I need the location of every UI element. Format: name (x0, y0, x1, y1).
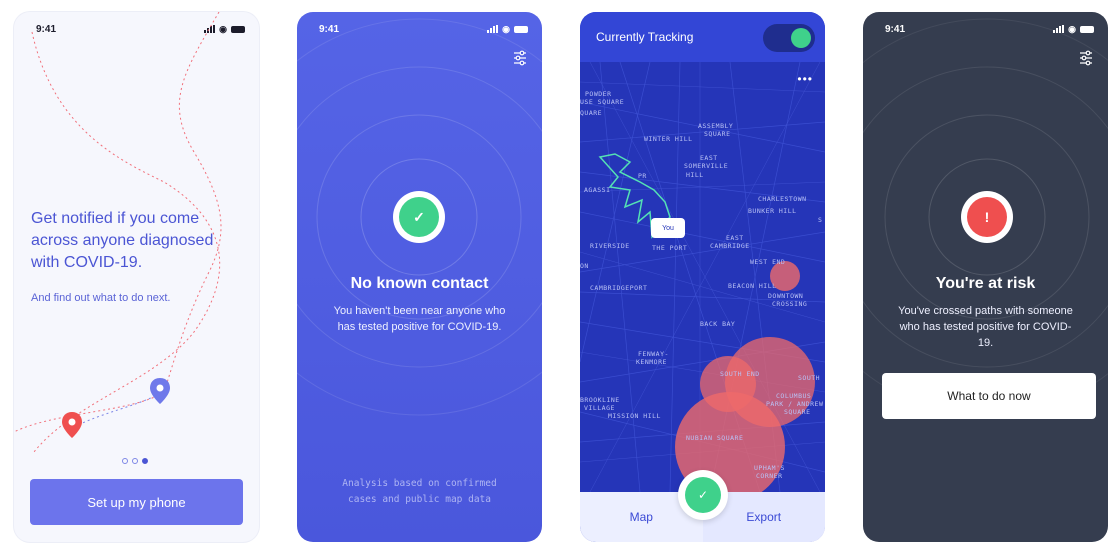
map-label: SOUTH END (720, 370, 760, 378)
map-label: CHARLESTOWN (758, 195, 807, 203)
map-label: BACK BAY (700, 320, 736, 328)
map-label: DOWNTOWN (768, 292, 804, 300)
page-indicator[interactable] (122, 458, 148, 464)
what-to-do-button[interactable]: What to do now (882, 373, 1096, 419)
map-label: CORNER (756, 472, 783, 480)
footnote-line: Analysis based on confirmed (342, 478, 497, 489)
page-dot[interactable] (122, 458, 128, 464)
onboarding-subline: And find out what to do next. (31, 292, 171, 304)
map-label: PR (638, 172, 647, 180)
status-badge: ✓ (393, 191, 445, 243)
battery-icon (514, 25, 528, 33)
map-label: CROSSING (772, 300, 808, 308)
status-time: 9:41 (319, 23, 340, 35)
settings-sliders-icon[interactable] (512, 50, 528, 66)
map-label: SQUARE (784, 408, 811, 416)
map-label: SOUTH (798, 374, 821, 382)
map-label: ON (580, 262, 589, 270)
wifi-icon: ◉ (502, 24, 510, 34)
no-contact-title: No known contact (350, 275, 489, 292)
status-time: 9:41 (885, 23, 906, 35)
you-marker[interactable]: You (651, 218, 685, 238)
map-label: SOMERVILLE (684, 162, 729, 170)
no-contact-body: You haven't been near anyone who has tes… (333, 305, 506, 333)
map-label: POWDER (585, 90, 612, 98)
tracking-title: Currently Tracking (596, 30, 694, 44)
status-badge: ! (961, 191, 1013, 243)
map-label: QUARE (580, 109, 603, 117)
at-risk-body: You've crossed paths with someone who ha… (898, 305, 1073, 349)
map-label: RIVERSIDE (590, 242, 630, 250)
map-label: S (818, 216, 823, 224)
screens-showcase: 9:41 ◉ Get notified if you come across a… (0, 0, 1108, 547)
map-label: NUBIAN SQUARE (686, 434, 744, 442)
status-bar: 9:41 ◉ (319, 22, 528, 36)
map-label: MISSION HILL (608, 412, 661, 420)
location-pin-red-icon (62, 412, 82, 438)
map-label: COLUMBUS (776, 392, 812, 400)
map-label: HILL (686, 171, 704, 179)
map-label: USE SQUARE (580, 98, 625, 106)
analysis-footnote: Analysis based on confirmed cases and pu… (317, 476, 522, 508)
map-label: THE PORT (652, 244, 688, 252)
map-label: SQUARE (704, 130, 731, 138)
map-label: WINTER HILL (644, 135, 693, 143)
battery-icon (1080, 25, 1094, 33)
onboarding-headline: Get notified if you come across anyone d… (31, 210, 214, 271)
tracking-map-screen: Currently Tracking POWDER USE SQUARE QUA… (580, 12, 825, 542)
settings-sliders-icon[interactable] (1078, 50, 1094, 66)
map-label: CAMBRIDGEPORT (590, 284, 648, 292)
more-options-icon[interactable]: ••• (797, 72, 813, 86)
no-contact-screen: 9:41 ◉ ✓ No known contact You haven't be… (297, 12, 542, 542)
at-risk-title: You're at risk (935, 275, 1036, 292)
map-label: EAST (700, 154, 718, 162)
map-label: UPHAM'S (754, 464, 785, 472)
tracking-toggle[interactable] (763, 24, 815, 52)
map-label: BUNKER HILL (748, 207, 797, 215)
signal-icon (487, 25, 499, 33)
map-label: VILLAGE (584, 404, 615, 412)
location-pin-blue-icon (150, 378, 170, 404)
setup-phone-button[interactable]: Set up my phone (30, 479, 243, 525)
map-label: AGASSI (584, 186, 611, 194)
toggle-knob (791, 28, 811, 48)
map-label: WEST END (750, 258, 786, 266)
map-label: KENMORE (636, 358, 667, 366)
onboarding-screen: 9:41 ◉ Get notified if you come across a… (14, 12, 259, 542)
map-label: BROOKLINE (580, 396, 620, 404)
status-check-button[interactable]: ✓ (678, 470, 728, 520)
status-bar: 9:41 ◉ (885, 22, 1094, 36)
page-dot[interactable] (132, 458, 138, 464)
footnote-line: cases and public map data (348, 494, 491, 505)
alert-icon: ! (967, 197, 1007, 237)
signal-icon (1053, 25, 1065, 33)
map-label: PARK / ANDREW (766, 400, 824, 408)
map-label: BEACON HILL (728, 282, 777, 290)
map-label: FENWAY- (638, 350, 669, 358)
check-icon: ✓ (399, 197, 439, 237)
map-label: ASSEMBLY (698, 122, 734, 130)
page-dot-active[interactable] (142, 458, 148, 464)
check-icon: ✓ (685, 477, 721, 513)
wifi-icon: ◉ (1068, 24, 1076, 34)
map-label: CAMBRIDGE (710, 242, 750, 250)
map-label: EAST (726, 234, 744, 242)
map-view[interactable]: POWDER USE SQUARE QUARE ASSEMBLY SQUARE … (580, 62, 825, 492)
at-risk-screen: 9:41 ◉ ! You're at risk You've crossed p… (863, 12, 1108, 542)
